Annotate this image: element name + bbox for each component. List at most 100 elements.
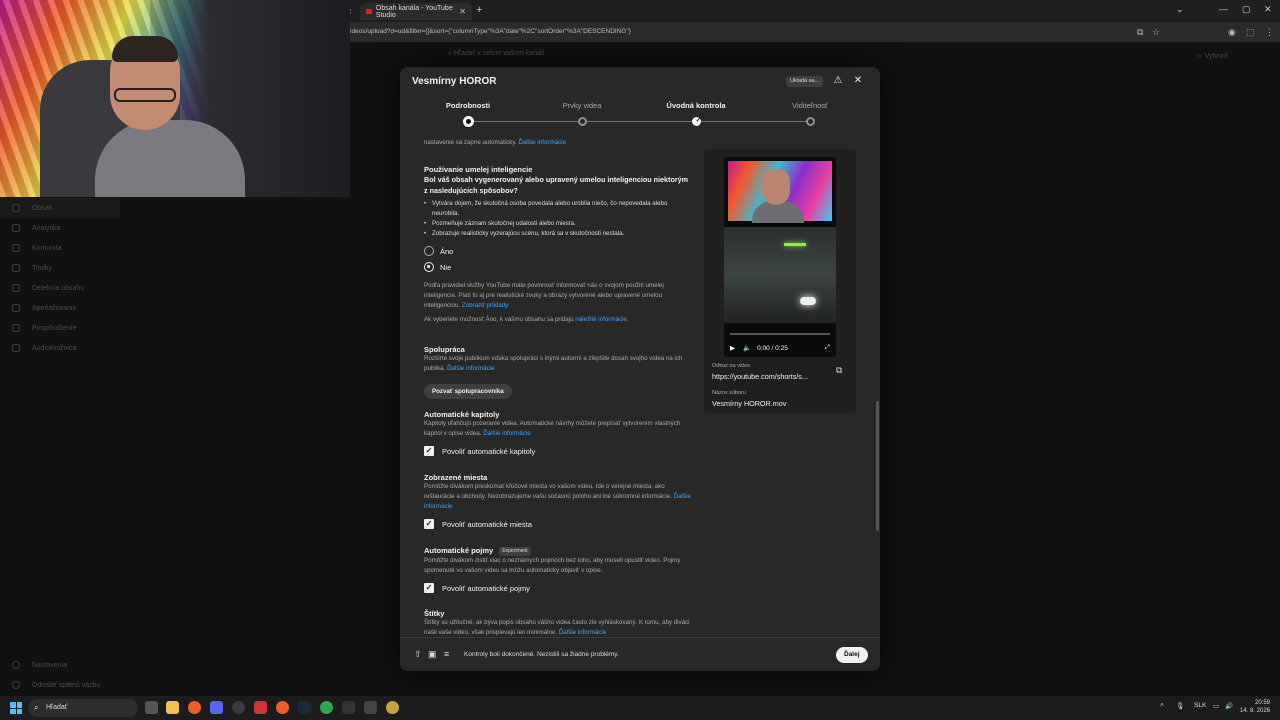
webcam-overlay — [0, 0, 350, 197]
concepts-text: Pomôžte divákom zistiť viac o neznámych … — [424, 557, 681, 574]
volume-icon[interactable]: 🔈 — [743, 344, 751, 352]
step-pending-dot — [578, 117, 587, 126]
sidebar-item-label: Komunita — [32, 244, 62, 252]
microphone-icon[interactable]: 🎙 — [1176, 702, 1184, 710]
obs-icon[interactable] — [232, 701, 245, 714]
close-icon[interactable]: ✕ — [459, 7, 466, 16]
copy-icon[interactable]: ⧉ — [836, 365, 842, 376]
concepts-heading-text: Automatické pojmy — [424, 546, 494, 555]
music-icon — [12, 344, 20, 352]
sidebar-item-audio-library: AudioKnižnica — [0, 338, 120, 358]
checkbox-checked[interactable]: ✓ — [424, 583, 434, 593]
radio-button[interactable] — [424, 246, 434, 256]
learn-more-link[interactable]: Ďalšie informácie — [559, 629, 606, 636]
extensions-icon[interactable]: ⬚ — [1246, 27, 1255, 38]
scrollbar[interactable] — [876, 401, 879, 531]
collab-desc: Rozšírte svoje publikum vďaka spolupráci… — [424, 354, 692, 374]
dialog-footer: ⇧ ▣ ≡ Kontroly boli dokončené. Nezistili… — [400, 637, 880, 671]
learn-more-link[interactable]: Ďalšie informácie — [447, 365, 494, 372]
volume-icon[interactable]: 🔊 — [1225, 702, 1233, 710]
sidebar-item-label: Obsah — [32, 204, 53, 212]
chapters-section: Automatické kapitoly Kapitoly uľahčujú p… — [424, 410, 692, 458]
app-dark-icon[interactable] — [342, 701, 355, 714]
clock[interactable]: 20:59 14. 8. 2026 — [1238, 699, 1270, 715]
file-explorer-icon[interactable] — [166, 701, 179, 714]
step-details[interactable]: Podrobnosti — [408, 101, 528, 127]
dialog-scroll-content[interactable]: nastavenie sa zapne automaticky. Ďalšie … — [400, 133, 880, 636]
radio-no[interactable]: Nie — [424, 259, 692, 275]
youtube-icon — [366, 9, 372, 14]
chapters-heading: Automatické kapitoly — [424, 410, 500, 419]
dollar-icon — [12, 304, 20, 312]
dialog-header: Vesmírny HOROR Ukladá sa... ⚠ ✕ — [400, 67, 880, 95]
chevron-down-icon[interactable]: ⌄ — [1176, 4, 1184, 15]
task-view-icon[interactable] — [145, 701, 158, 714]
video-scene — [724, 227, 836, 323]
video-webcam-frame — [728, 161, 832, 223]
discord-icon[interactable] — [210, 701, 223, 714]
hd-icon: ▣ — [428, 649, 437, 659]
play-icon[interactable]: ▶ — [730, 344, 735, 352]
tags-section: Štítky Štítky sú užitočné, ak býva popis… — [424, 609, 692, 636]
app-x-icon[interactable] — [254, 701, 267, 714]
network-icon[interactable]: ▭ — [1213, 702, 1219, 710]
video-link[interactable]: https://youtube.com/shorts/s... — [712, 372, 808, 381]
info-link[interactable]: náležité informácie. — [575, 316, 628, 323]
learn-more-link[interactable]: Ďalšie informácie — [483, 430, 530, 437]
taskbar-search[interactable]: ⌕ Hľadať — [28, 699, 138, 717]
gear-icon — [12, 661, 20, 669]
translate-icon[interactable]: ⧉ — [1137, 27, 1143, 38]
radio-button-selected[interactable] — [424, 262, 434, 272]
auto-concepts-checkbox-row[interactable]: ✓ Povoliť automatické pojmy — [424, 581, 692, 595]
concepts-section: Automatické pojmy Experiment Pomôžte div… — [424, 546, 692, 595]
profile-icon[interactable]: ◉ — [1228, 27, 1236, 38]
step-visibility[interactable]: Viditeľnosť — [750, 101, 870, 126]
calculator-icon[interactable] — [364, 701, 377, 714]
checkbox-label: Povoliť automatické kapitoly — [442, 446, 536, 456]
video-player[interactable]: ▶ 🔈 0:00 / 0:25 ⤢ — [724, 157, 836, 357]
new-tab-button[interactable]: + — [476, 4, 482, 16]
browser-tab-youtube-studio[interactable]: Obsah kanála - YouTube Studio ✕ — [360, 3, 472, 20]
windows-start-icon[interactable] — [10, 702, 22, 714]
minimize-button[interactable]: — — [1219, 4, 1228, 14]
upload-stepper: Podrobnosti Prvky videa Úvodná kontrola … — [400, 101, 880, 131]
sidebar-item-label: AudioKnižnica — [32, 344, 77, 352]
auto-places-checkbox-row[interactable]: ✓ Povoliť automatické miesta — [424, 517, 692, 531]
video-preview-card: ▶ 🔈 0:00 / 0:25 ⤢ Odkaz na video https:/… — [704, 149, 856, 413]
close-window-button[interactable]: ✕ — [1264, 4, 1272, 15]
checkbox-checked[interactable]: ✓ — [424, 446, 434, 456]
radio-yes[interactable]: Áno — [424, 243, 692, 259]
firefox-icon[interactable] — [188, 701, 201, 714]
fullscreen-icon[interactable]: ⤢ — [825, 344, 830, 352]
menu-icon[interactable]: ⋮ — [1265, 27, 1274, 38]
next-button[interactable]: Ďalej — [836, 647, 868, 663]
star-icon[interactable]: ☆ — [1152, 27, 1160, 38]
feedback-icon — [12, 681, 20, 689]
keyboard-language[interactable]: SLK — [1194, 702, 1206, 709]
checkbox-checked[interactable]: ✓ — [424, 519, 434, 529]
steam-icon[interactable] — [298, 701, 311, 714]
close-icon[interactable]: ✕ — [852, 75, 864, 87]
app-gold-icon[interactable] — [386, 701, 399, 714]
invite-collaborator-button[interactable]: Pozvať spolupracovníka — [424, 384, 512, 399]
maximize-button[interactable]: ▢ — [1242, 4, 1251, 15]
feedback-icon[interactable]: ⚠ — [832, 75, 844, 87]
video-progress-bar[interactable] — [730, 333, 830, 335]
app-green-icon[interactable] — [320, 701, 333, 714]
camera-icon: ▭ — [1196, 53, 1205, 60]
sidebar-item-label: Titulky — [32, 264, 52, 272]
concepts-heading: Automatické pojmy Experiment — [424, 546, 692, 556]
chevron-up-icon[interactable]: ˄ — [1160, 702, 1164, 709]
studio-sidebar-bottom: Nastavenia Odoslať spätnú väzbu — [0, 655, 120, 695]
address-text[interactable]: ideos/upload?d=ud&filter=[]&sort={"colum… — [350, 28, 631, 35]
sidebar-item-label: Prispôsobenie — [32, 324, 77, 332]
step-checks[interactable]: Úvodná kontrola — [636, 101, 756, 126]
person-hair — [112, 36, 178, 62]
learn-more-link[interactable]: Ďalšie informácie — [519, 139, 566, 146]
taskbar-search-label: Hľadať — [46, 704, 68, 711]
step-video-elements[interactable]: Prvky videa — [522, 101, 642, 126]
auto-chapters-checkbox-row[interactable]: ✓ Povoliť automatické kapitoly — [424, 444, 692, 458]
show-examples-link[interactable]: Zobraziť príklady — [462, 302, 508, 309]
browser-icon[interactable] — [276, 701, 289, 714]
ai-section: Používanie umelej inteligencie Bol váš o… — [424, 165, 692, 325]
